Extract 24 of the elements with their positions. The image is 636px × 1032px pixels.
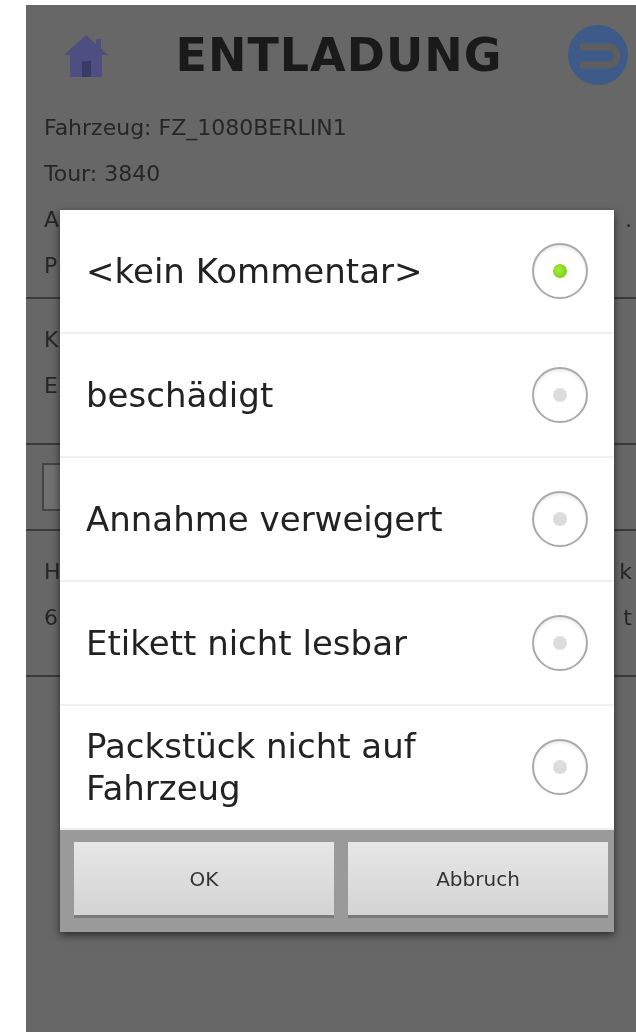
partial-text: E bbox=[44, 372, 58, 400]
detail-text: Tour: 3840 bbox=[43, 160, 162, 188]
partial-text: k bbox=[619, 558, 632, 586]
partial-text: P bbox=[44, 252, 58, 280]
comment-option[interactable]: Annahme verweigert bbox=[60, 458, 614, 582]
partial-text: . bbox=[625, 206, 632, 234]
radio-button[interactable] bbox=[532, 367, 588, 423]
radio-button[interactable] bbox=[532, 491, 588, 547]
partial-text: A bbox=[44, 206, 60, 234]
back-icon[interactable] bbox=[566, 23, 630, 87]
partial-text: K bbox=[44, 326, 59, 354]
dialog-button[interactable]: Abbruch bbox=[348, 842, 608, 918]
detail-text: Fahrzeug: FZ_1080BERLIN1 bbox=[43, 114, 348, 143]
radio-button[interactable] bbox=[532, 615, 588, 671]
radio-button[interactable] bbox=[532, 243, 588, 299]
radio-button[interactable] bbox=[532, 739, 588, 795]
comment-option[interactable]: beschädigt bbox=[60, 334, 614, 458]
comment-option[interactable]: Etikett nicht lesbar bbox=[60, 582, 614, 706]
partial-text: 6 bbox=[44, 604, 58, 632]
dialog-button[interactable]: OK bbox=[74, 842, 334, 918]
partial-text: H bbox=[44, 558, 61, 586]
comment-option[interactable]: <kein Kommentar> bbox=[60, 210, 614, 334]
screen-title: ENTLADUNG bbox=[175, 28, 503, 82]
partial-text: t bbox=[623, 604, 632, 632]
